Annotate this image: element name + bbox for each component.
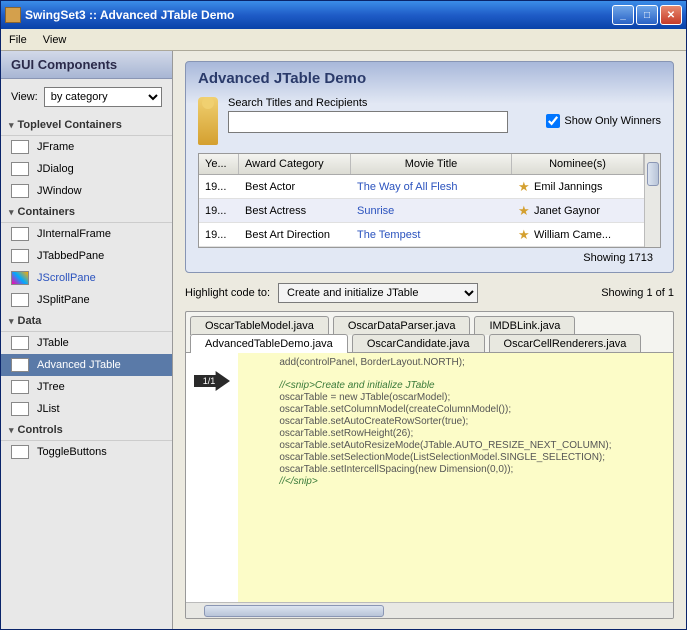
tab-oscarcandidate[interactable]: OscarCandidate.java bbox=[352, 334, 485, 353]
sidebar-item-advanced-jtable[interactable]: Advanced JTable bbox=[1, 354, 172, 376]
star-icon: ★ bbox=[518, 179, 532, 195]
movie-link[interactable]: The Tempest bbox=[351, 226, 512, 244]
sidebar-item-jtree[interactable]: JTree bbox=[1, 376, 172, 398]
sidebar-item-jlist[interactable]: JList bbox=[1, 398, 172, 420]
frame-icon bbox=[11, 140, 29, 154]
col-nominee[interactable]: Nominee(s) bbox=[512, 154, 644, 174]
search-label: Search Titles and Recipients bbox=[228, 97, 536, 109]
tab-oscartablemodel[interactable]: OscarTableModel.java bbox=[190, 316, 329, 335]
table-vscroll[interactable] bbox=[644, 154, 660, 247]
col-year[interactable]: Ye... bbox=[199, 154, 239, 174]
sidebar-item-jtabbedpane[interactable]: JTabbedPane bbox=[1, 245, 172, 267]
sidebar-item-jdialog[interactable]: JDialog bbox=[1, 158, 172, 180]
cat-data[interactable]: Data bbox=[1, 311, 172, 332]
view-label: View: bbox=[11, 91, 38, 103]
highlight-label: Highlight code to: bbox=[185, 287, 270, 299]
app-icon bbox=[5, 7, 21, 23]
col-title[interactable]: Movie Title bbox=[351, 154, 512, 174]
cat-controls[interactable]: Controls bbox=[1, 420, 172, 441]
col-category[interactable]: Award Category bbox=[239, 154, 351, 174]
titlebar: SwingSet3 :: Advanced JTable Demo _ □ ✕ bbox=[1, 1, 686, 29]
tab-oscarcellrenderers[interactable]: OscarCellRenderers.java bbox=[489, 334, 642, 353]
tab-advancedtabledemo[interactable]: AdvancedTableDemo.java bbox=[190, 334, 348, 353]
table-row[interactable]: 19... Best Actress Sunrise ★Janet Gaynor bbox=[199, 199, 644, 223]
movie-link[interactable]: Sunrise bbox=[351, 202, 512, 220]
internalframe-icon bbox=[11, 227, 29, 241]
star-icon: ★ bbox=[518, 227, 532, 243]
sidebar-item-jscrollpane[interactable]: JScrollPane bbox=[1, 267, 172, 289]
table-header: Ye... Award Category Movie Title Nominee… bbox=[199, 154, 644, 175]
sidebar: GUI Components View: by category Topleve… bbox=[1, 51, 173, 629]
demo-title: Advanced JTable Demo bbox=[198, 70, 661, 87]
cat-toplevel[interactable]: Toplevel Containers bbox=[1, 115, 172, 136]
cat-containers[interactable]: Containers bbox=[1, 202, 172, 223]
maximize-button[interactable]: □ bbox=[636, 5, 658, 25]
marker-arrow[interactable]: 1/1 bbox=[194, 371, 230, 391]
dialog-icon bbox=[11, 162, 29, 176]
tab-oscardataparser[interactable]: OscarDataParser.java bbox=[333, 316, 471, 335]
sidebar-item-jtable[interactable]: JTable bbox=[1, 332, 172, 354]
search-input[interactable] bbox=[228, 111, 508, 133]
only-winners-checkbox[interactable] bbox=[546, 114, 560, 128]
oscar-icon bbox=[198, 97, 218, 145]
view-select[interactable]: by category bbox=[44, 87, 162, 107]
close-button[interactable]: ✕ bbox=[660, 5, 682, 25]
table-status: Showing 1713 bbox=[198, 248, 661, 268]
minimize-button[interactable]: _ bbox=[612, 5, 634, 25]
tree-icon bbox=[11, 380, 29, 394]
menubar: File View bbox=[1, 29, 686, 51]
menu-view[interactable]: View bbox=[43, 34, 67, 46]
advtable-icon bbox=[11, 358, 29, 372]
toggle-icon bbox=[11, 445, 29, 459]
scrollpane-icon bbox=[11, 271, 29, 285]
code-view[interactable]: add(controlPanel, BorderLayout.NORTH); /… bbox=[238, 353, 673, 602]
code-hscroll[interactable] bbox=[186, 602, 673, 618]
sidebar-item-jframe[interactable]: JFrame bbox=[1, 136, 172, 158]
splitpane-icon bbox=[11, 293, 29, 307]
sidebar-title: GUI Components bbox=[1, 51, 172, 79]
menu-file[interactable]: File bbox=[9, 34, 27, 46]
code-gutter: 1/1 bbox=[186, 353, 238, 602]
table-row[interactable]: 19... Best Actor The Way of All Flesh ★E… bbox=[199, 175, 644, 199]
highlight-select[interactable]: Create and initialize JTable bbox=[278, 283, 478, 303]
demo-panel: Advanced JTable Demo Search Titles and R… bbox=[185, 61, 674, 273]
tab-imdblink[interactable]: IMDBLink.java bbox=[474, 316, 575, 335]
window-icon bbox=[11, 184, 29, 198]
sidebar-item-jinternalframe[interactable]: JInternalFrame bbox=[1, 223, 172, 245]
table-row[interactable]: 19... Best Art Direction The Tempest ★Wi… bbox=[199, 223, 644, 247]
movie-link[interactable]: The Way of All Flesh bbox=[351, 178, 512, 196]
category-list: Toplevel Containers JFrame JDialog JWind… bbox=[1, 115, 172, 629]
list-icon bbox=[11, 402, 29, 416]
code-panel: OscarTableModel.java OscarDataParser.jav… bbox=[185, 311, 674, 619]
highlight-status: Showing 1 of 1 bbox=[601, 287, 674, 299]
sidebar-item-togglebuttons[interactable]: ToggleButtons bbox=[1, 441, 172, 463]
sidebar-item-jsplitpane[interactable]: JSplitPane bbox=[1, 289, 172, 311]
app-window: SwingSet3 :: Advanced JTable Demo _ □ ✕ … bbox=[0, 0, 687, 630]
star-icon: ★ bbox=[518, 203, 532, 219]
window-title: SwingSet3 :: Advanced JTable Demo bbox=[25, 8, 612, 22]
main-panel: Advanced JTable Demo Search Titles and R… bbox=[173, 51, 686, 629]
table-icon bbox=[11, 336, 29, 350]
sidebar-item-jwindow[interactable]: JWindow bbox=[1, 180, 172, 202]
oscar-table: Ye... Award Category Movie Title Nominee… bbox=[198, 153, 661, 248]
tabbedpane-icon bbox=[11, 249, 29, 263]
only-winners-label[interactable]: Show Only Winners bbox=[546, 114, 661, 128]
